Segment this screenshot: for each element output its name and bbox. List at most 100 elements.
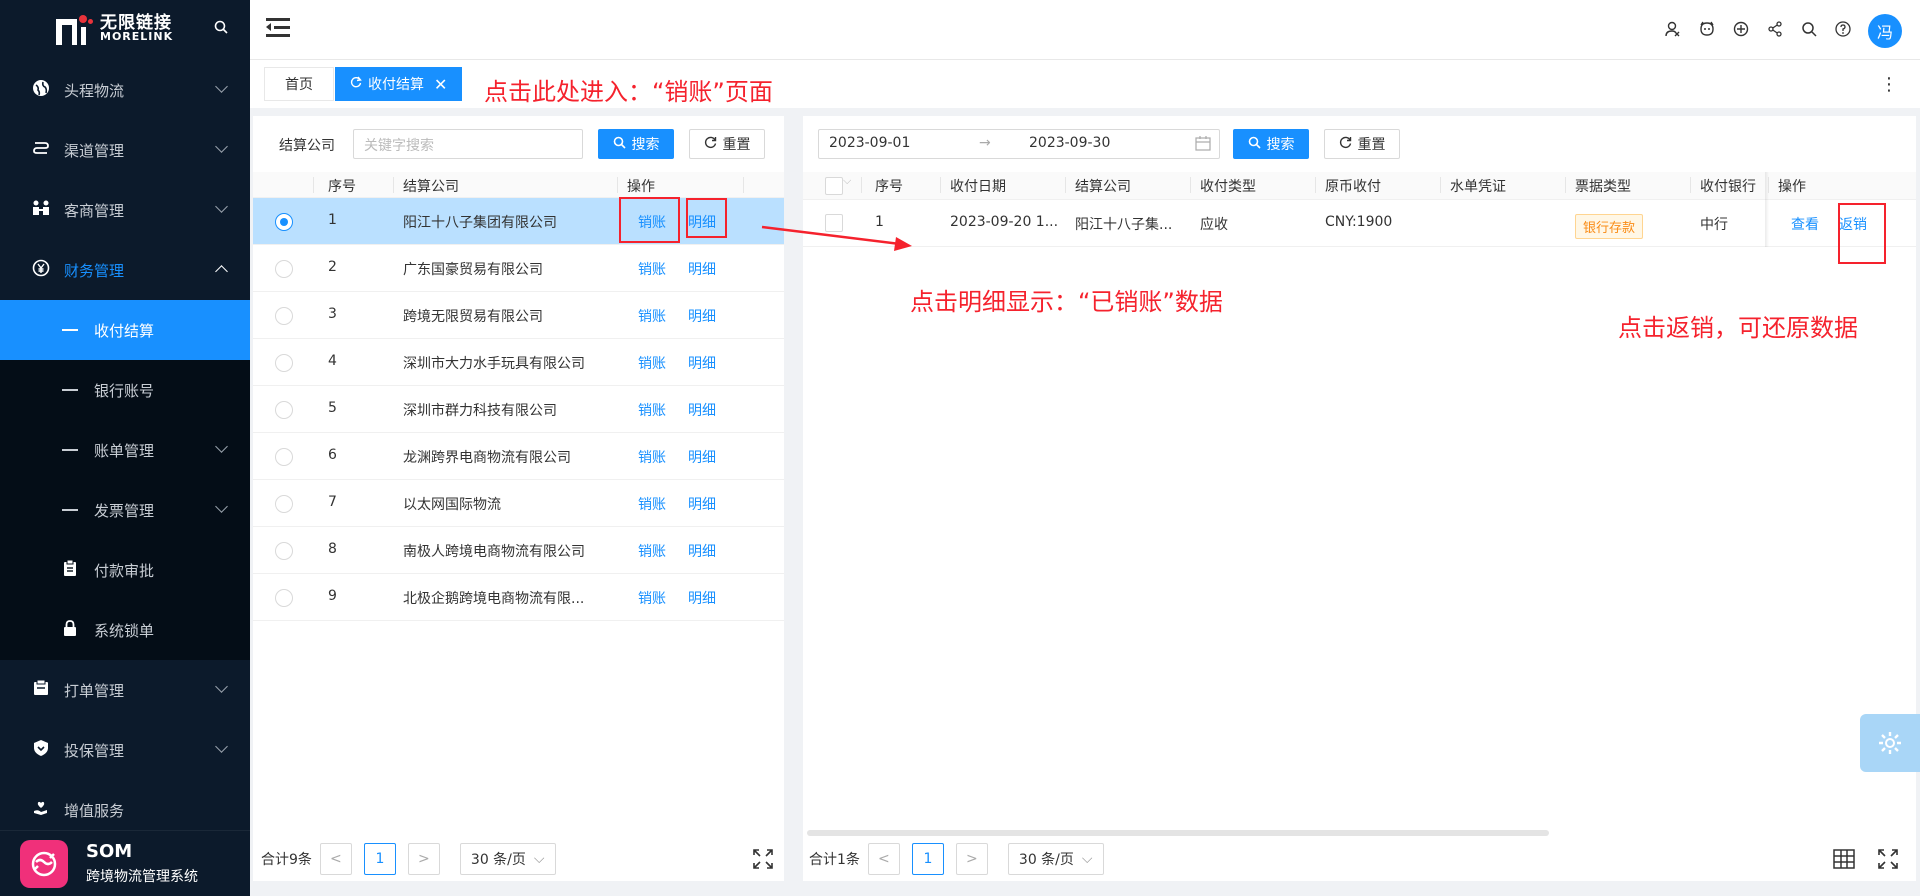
sidebar-item-settlement[interactable]: 收付结算 [0, 300, 250, 360]
fullscreen-icon[interactable] [753, 849, 773, 874]
detail-link[interactable]: 明细 [688, 306, 716, 326]
row-radio[interactable] [275, 260, 293, 278]
detail-link[interactable]: 明细 [688, 494, 716, 514]
detail-link[interactable]: 明细 [688, 588, 716, 608]
search-icon[interactable] [1792, 21, 1826, 41]
table-row[interactable]: 3 跨境无限贸易有限公司 销账 明细 [253, 292, 784, 339]
detail-link[interactable]: 明细 [688, 400, 716, 420]
row-number: 6 [328, 447, 337, 463]
menu-item-finance[interactable]: 财务管理 [0, 240, 250, 300]
user-switch-icon[interactable] [1656, 21, 1690, 41]
search-icon [613, 136, 626, 153]
detail-link[interactable]: 明细 [688, 353, 716, 373]
sidebar-item-system-lock[interactable]: 系统锁单 [0, 600, 250, 660]
menu-item-first-mile[interactable]: 头程物流 [0, 60, 250, 120]
column-settings-icon[interactable] [1833, 849, 1855, 874]
row-radio[interactable] [275, 542, 293, 560]
select-all-checkbox[interactable] [825, 177, 843, 195]
detail-link[interactable]: 明细 [688, 447, 716, 467]
annotation-reverse: 点击返销，可还原数据 [1618, 314, 1858, 342]
reset-button[interactable]: 重置 [689, 129, 765, 159]
writeoff-link[interactable]: 销账 [638, 588, 666, 608]
table-row[interactable]: 1 2023-09-20 1... 阳江十八子集... 应收 CNY:1900 … [803, 200, 1916, 247]
page-size-select[interactable]: 30 条/页 ⌵ [1007, 843, 1104, 875]
row-radio[interactable] [275, 307, 293, 325]
search-icon[interactable] [214, 20, 228, 38]
search-button[interactable]: 搜索 [598, 129, 674, 159]
reset-button[interactable]: 重置 [1324, 129, 1400, 159]
chevron-down-icon[interactable]: ⌵ [843, 174, 851, 188]
column-header: 票据类型 [1575, 179, 1631, 195]
chevron-down-icon: ⌵ [533, 851, 545, 867]
menu-item-merchant[interactable]: 客商管理 [0, 180, 250, 240]
settings-gear-icon[interactable] [1860, 714, 1920, 772]
table-row[interactable]: 8 南极人跨境电商物流有限公司 销账 明细 [253, 527, 784, 574]
more-vertical-icon[interactable]: ⋮ [1880, 74, 1898, 95]
avatar[interactable]: 冯 [1868, 14, 1902, 48]
row-number: 7 [328, 494, 337, 510]
table-row[interactable]: 7 以太网国际物流 销账 明细 [253, 480, 784, 527]
menu-item-print[interactable]: 打单管理 [0, 660, 250, 720]
row-radio[interactable] [275, 495, 293, 513]
sidebar-item-bill[interactable]: 账单管理 [0, 420, 250, 480]
horizontal-scrollbar[interactable] [807, 830, 1549, 836]
submenu-label: 银行账号 [94, 381, 155, 400]
add-circle-icon[interactable] [1724, 21, 1758, 41]
row-radio[interactable] [275, 589, 293, 607]
next-page-button[interactable]: > [955, 843, 988, 875]
tab-settlement[interactable]: 收付结算 ✕ [335, 67, 463, 101]
row-radio[interactable] [275, 354, 293, 372]
table-row[interactable]: 5 深圳市群力科技有限公司 销账 明细 [253, 386, 784, 433]
prev-page-button[interactable]: < [867, 843, 900, 875]
writeoff-link[interactable]: 销账 [638, 541, 666, 561]
writeoff-link[interactable]: 销账 [638, 447, 666, 467]
logo[interactable]: 无限链接 MORELINK [0, 0, 250, 60]
detail-link[interactable]: 明细 [688, 259, 716, 279]
writeoff-link[interactable]: 销账 [638, 306, 666, 326]
date-range-picker[interactable]: 2023-09-01 → 2023-09-30 [818, 129, 1220, 159]
writeoff-link[interactable]: 销账 [638, 400, 666, 420]
keyword-search-input[interactable]: 关键字搜索 [353, 129, 583, 159]
search-button[interactable]: 搜索 [1233, 129, 1309, 159]
row-radio[interactable] [275, 401, 293, 419]
help-icon[interactable] [1826, 21, 1860, 41]
writeoff-link[interactable]: 销账 [638, 259, 666, 279]
refresh-icon[interactable] [350, 76, 362, 92]
writeoff-link[interactable]: 销账 [638, 494, 666, 514]
app-subtitle: 跨境物流管理系统 [86, 869, 198, 885]
page-size-select[interactable]: 30 条/页 ⌵ [459, 843, 556, 875]
table-row[interactable]: 6 龙渊跨界电商物流有限公司 销账 明细 [253, 433, 784, 480]
table-row[interactable]: 4 深圳市大力水手玩具有限公司 销账 明细 [253, 339, 784, 386]
menu-item-channel[interactable]: 渠道管理 [0, 120, 250, 180]
writeoff-link[interactable]: 销账 [638, 353, 666, 373]
chevron-down-icon [215, 140, 228, 153]
menu-label: 投保管理 [64, 741, 125, 760]
table-row[interactable]: 2 广东国豪贸易有限公司 销账 明细 [253, 245, 784, 292]
next-page-button[interactable]: > [407, 843, 440, 875]
row-radio[interactable] [275, 448, 293, 466]
globe-icon [30, 79, 52, 101]
page-number[interactable]: 1 [363, 843, 396, 875]
route-icon [30, 139, 52, 161]
button-label: 搜索 [631, 137, 660, 153]
table-row[interactable]: 9 北极企鹅跨境电商物流有限... 销账 明细 [253, 574, 784, 621]
detail-link[interactable]: 明细 [688, 541, 716, 561]
page-number[interactable]: 1 [911, 843, 944, 875]
sidebar-item-bank-account[interactable]: 银行账号 [0, 360, 250, 420]
menu-toggle-icon[interactable] [266, 18, 290, 38]
submenu-label: 系统锁单 [94, 621, 155, 640]
menu-item-insurance[interactable]: 投保管理 [0, 720, 250, 780]
sidebar-item-payment-approval[interactable]: 付款审批 [0, 540, 250, 600]
tab-home[interactable]: 首页 [264, 67, 334, 101]
share-icon[interactable] [1758, 21, 1792, 41]
total-count: 合计9条 [261, 852, 312, 868]
mascot-icon[interactable] [1690, 21, 1724, 41]
fullscreen-icon[interactable] [1878, 849, 1898, 874]
prev-page-button[interactable]: < [319, 843, 352, 875]
arrow-right-icon: → [979, 135, 991, 151]
view-link[interactable]: 查看 [1791, 214, 1819, 234]
row-radio[interactable] [275, 213, 293, 231]
sidebar-item-invoice[interactable]: 发票管理 [0, 480, 250, 540]
chevron-down-icon [215, 440, 228, 453]
close-icon[interactable]: ✕ [434, 75, 447, 94]
